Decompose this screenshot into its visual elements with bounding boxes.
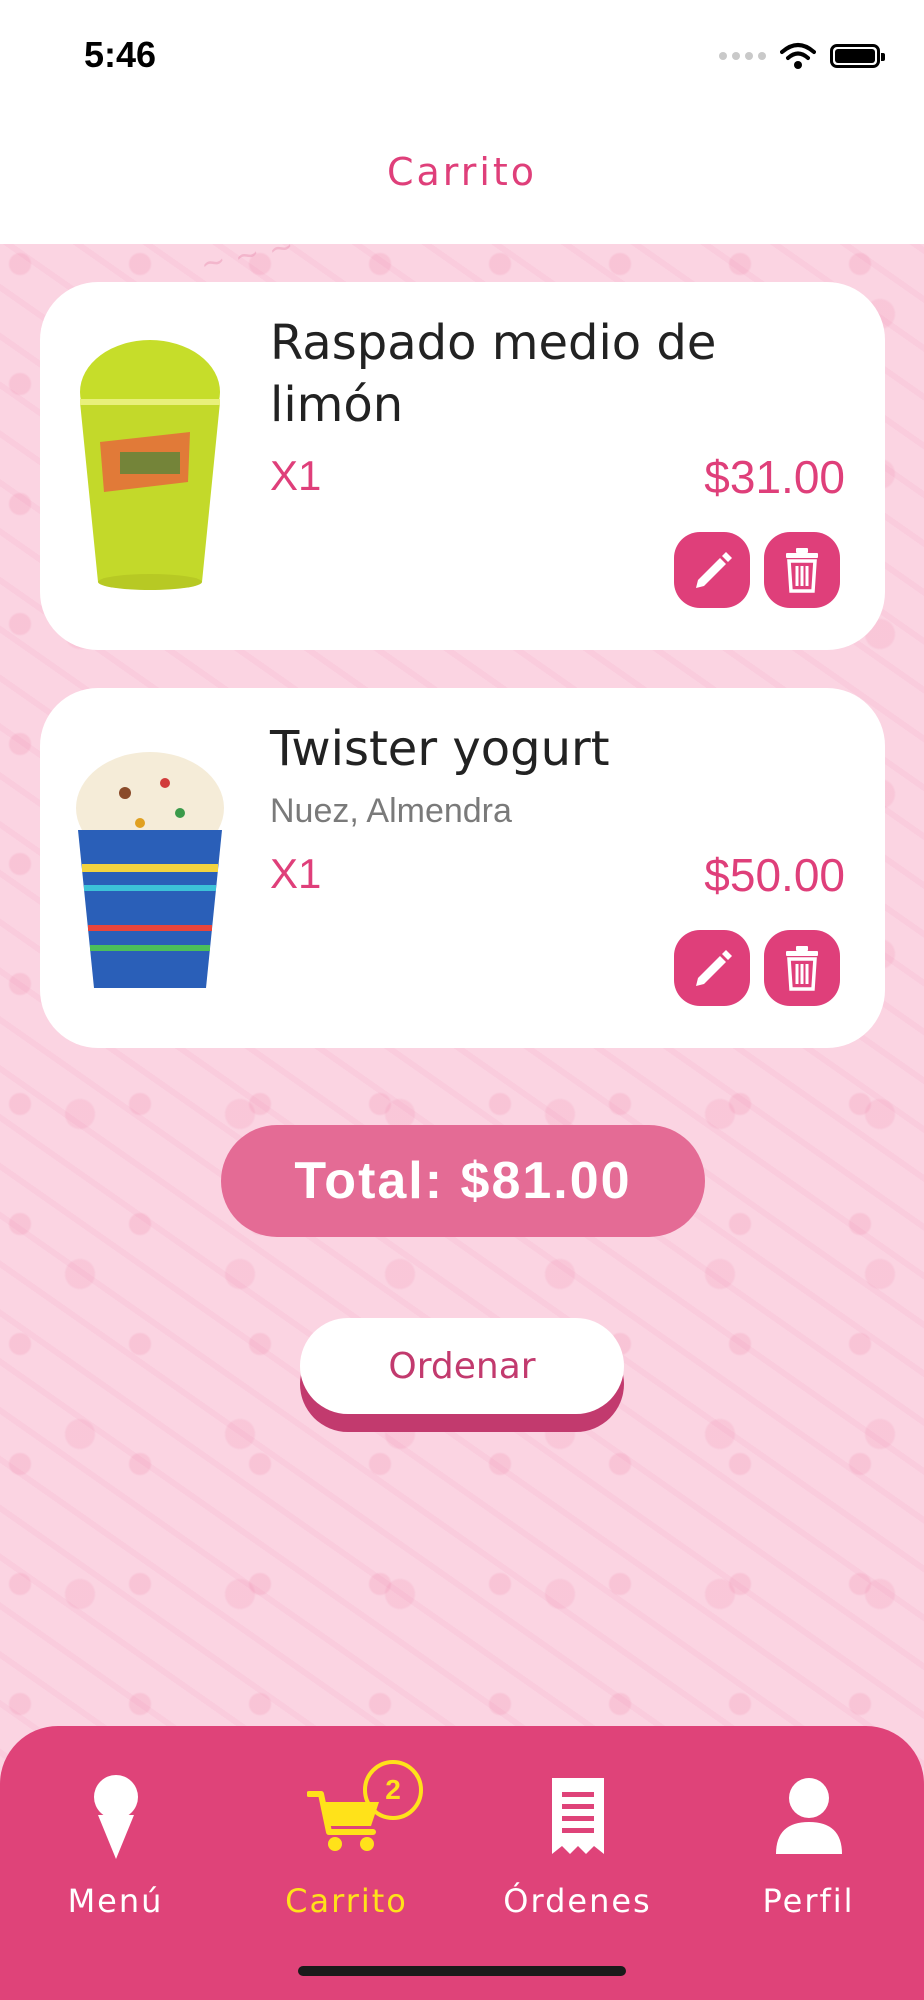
item-name: Raspado medio de limón: [270, 315, 717, 433]
delete-button[interactable]: [764, 532, 840, 608]
wifi-icon: [780, 43, 816, 69]
twister-yogurt-image: [76, 752, 224, 988]
trash-icon: [786, 548, 818, 593]
status-time: 5:46: [84, 34, 157, 75]
lime-raspado-image: [80, 340, 220, 590]
status-bar: 5:46: [0, 0, 924, 120]
user-icon: [775, 1778, 842, 1854]
item-options: Nuez, Almendra: [270, 792, 512, 830]
tab-label: Carrito: [285, 1882, 408, 1920]
cart-count-badge: 2: [363, 1760, 423, 1820]
tab-cart[interactable]: 2 Carrito: [231, 1756, 462, 1920]
item-name: Twister yogurt: [270, 721, 610, 777]
battery-icon: [830, 44, 885, 68]
item-quantity: X1: [270, 452, 322, 499]
pencil-icon: [696, 950, 732, 986]
pencil-icon: [696, 552, 732, 588]
tab-bar: Menú 2 Carrito Órdenes Perfil: [0, 1726, 924, 2000]
total-label: Total: $81.00: [294, 1152, 632, 1210]
home-indicator: [298, 1966, 626, 1976]
nav-header: Carrito: [0, 120, 924, 244]
order-button-label: Ordenar: [388, 1345, 536, 1387]
signal-icon: [719, 52, 766, 60]
ice-cream-icon: [93, 1775, 138, 1859]
delete-button[interactable]: [764, 930, 840, 1006]
tab-menu[interactable]: Menú: [0, 1756, 231, 1920]
item-price: $50.00: [704, 849, 845, 901]
item-price: $31.00: [704, 451, 845, 503]
edit-button[interactable]: [674, 532, 750, 608]
receipt-icon: [551, 1778, 604, 1854]
tab-label: Perfil: [762, 1882, 855, 1920]
cart-item-card: Raspado medio de limón X1 $31.00: [40, 282, 885, 650]
tab-label: Órdenes: [503, 1882, 652, 1920]
page-title: Carrito: [386, 150, 538, 194]
tab-label: Menú: [67, 1882, 164, 1920]
cart-item-card: Twister yogurt Nuez, Almendra X1 $50.00: [40, 688, 885, 1048]
tab-orders[interactable]: Órdenes: [462, 1756, 693, 1920]
total-badge: Total: $81.00: [221, 1125, 705, 1237]
tab-profile[interactable]: Perfil: [693, 1756, 924, 1920]
edit-button[interactable]: [674, 930, 750, 1006]
order-button[interactable]: Ordenar: [300, 1318, 624, 1414]
trash-icon: [786, 946, 818, 991]
status-icons: [719, 42, 885, 70]
item-quantity: X1: [270, 850, 322, 897]
